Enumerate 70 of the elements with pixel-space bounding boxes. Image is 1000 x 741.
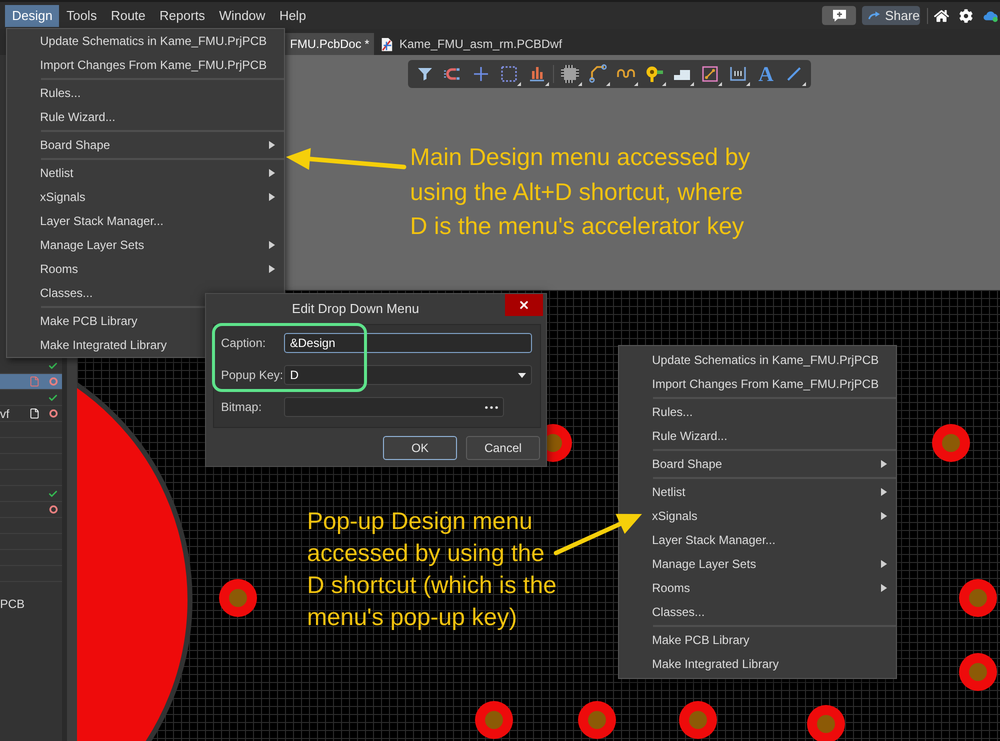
menu-item[interactable]: Classes... [38,281,102,305]
pcb-pad-icon [219,579,257,617]
pcb-pad-icon [679,701,717,739]
menu-item[interactable]: Manage Layer Sets [650,552,896,576]
document-tab[interactable]: FMU.PcbDoc * [285,33,374,55]
pcb-pad-icon [475,701,513,739]
menu-item[interactable]: Make PCB Library [650,628,758,652]
panel-label: PCB [0,597,26,611]
pcb-pad-icon [959,653,997,691]
chip-icon[interactable] [558,62,582,86]
text-tool[interactable]: A [754,62,778,86]
field-label: Bitmap: [221,399,263,416]
file-name: vf [0,406,10,420]
menu-item[interactable]: Import Changes From Kame_FMU.PrjPCB [650,372,888,396]
menu-item[interactable]: Rules... [38,81,90,105]
field-label: Caption: [221,335,267,352]
comment-button[interactable] [822,6,856,25]
pcb-pad-icon [578,701,616,739]
menu-item[interactable]: Netlist [650,480,896,504]
menu-item[interactable]: Board Shape [38,133,284,157]
share-arrow-icon [868,11,881,20]
panel-row[interactable] [0,374,62,390]
annotation-text: Main Design menu accessed by using the Alt+D shortcut, where D is the menu's accelerator key [410,143,750,242]
menu-item[interactable]: Layer Stack Manager... [38,209,172,233]
menu-item[interactable]: Make Integrated Library [650,652,788,676]
dropdown-field[interactable]: D [284,365,532,385]
menu-item[interactable]: Rule Wizard... [38,105,124,129]
panel-row[interactable]: vf [0,406,62,422]
comment-plus-icon [832,9,846,22]
menu-bar-item[interactable]: Reports [152,4,212,26]
menu-bar-item[interactable]: Window [212,4,272,26]
menu-item[interactable]: Update Schematics in Kame_FMU.PrjPCB [650,348,888,372]
menu-item[interactable]: Import Changes From Kame_FMU.PrjPCB [38,53,276,77]
menu-item[interactable]: Rooms [38,257,284,281]
pcb-pad-icon [807,705,845,741]
menu-item[interactable]: Layer Stack Manager... [650,528,784,552]
ellipsis-icon[interactable] [485,406,498,408]
menu-item[interactable]: Make Integrated Library [38,333,176,357]
menu-bar-item[interactable]: Help [272,4,314,26]
menu-item[interactable]: Make PCB Library [38,309,146,333]
menu-bar-item[interactable]: Route [104,4,153,26]
dialog-title: Edit Drop Down Menu [292,300,420,318]
close-icon [518,299,530,311]
text-field[interactable]: &Design [284,333,532,353]
menu-item[interactable]: Netlist [38,161,284,185]
settings-icon[interactable] [959,8,973,22]
menu-item[interactable]: Classes... [650,600,714,624]
document-tab[interactable]: Kame_FMU_asm_rm.PCBDwf [374,33,568,55]
home-icon[interactable] [934,8,949,22]
pcb-pad-icon [932,424,970,462]
menu-item[interactable]: Manage Layer Sets [38,233,284,257]
cloud-icon[interactable] [982,8,999,22]
menu-item[interactable]: Rule Wizard... [650,424,736,448]
menu-item[interactable]: Board Shape [650,452,896,476]
close-button[interactable] [505,294,543,316]
field-label: Popup Key: [221,367,284,384]
menu-bar-item[interactable]: Design [5,4,60,26]
dialog-button[interactable]: OK [383,436,457,460]
dialog-button[interactable]: Cancel [466,436,540,460]
annotation-text: Pop-up Design menu accessed by using the D shortcut (which is the menu's pop-up key) [307,507,556,633]
share-button[interactable]: Share [862,6,920,25]
file-path-field[interactable] [284,397,504,417]
menu-item[interactable]: Rules... [650,400,702,424]
menu-bar-item[interactable]: Tools [59,4,104,26]
menu-item[interactable]: xSignals [650,504,896,528]
pcb-pad-icon [959,579,997,617]
menu-item[interactable]: Rooms [650,576,896,600]
dropdown-caret-icon [518,372,526,378]
menu-item[interactable]: Update Schematics in Kame_FMU.PrjPCB [38,29,276,53]
menu-item[interactable]: xSignals [38,185,284,209]
